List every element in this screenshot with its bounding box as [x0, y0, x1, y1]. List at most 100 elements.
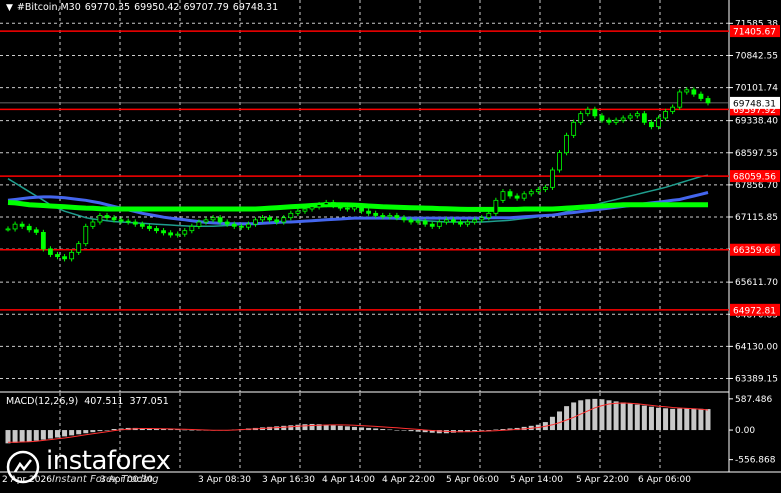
- candle-body: [514, 195, 520, 199]
- macd-histogram-bar: [83, 430, 89, 434]
- logo-tagline: Instant Forex Trading: [52, 474, 159, 485]
- macd-histogram-bar: [288, 425, 294, 431]
- candle-body: [238, 225, 244, 228]
- time-label: 5 Apr 22:00: [576, 475, 629, 485]
- candle-body: [48, 248, 53, 255]
- candle-body: [656, 117, 661, 128]
- candle-body: [118, 219, 124, 222]
- macd-tick-label: 0.00: [735, 426, 755, 436]
- macd-histogram-bar: [656, 407, 662, 431]
- macd-histogram-bar: [40, 430, 46, 440]
- candle-body: [408, 219, 414, 223]
- candle-body: [55, 254, 60, 258]
- candle-body: [260, 217, 265, 221]
- candle-body: [429, 223, 435, 227]
- level-label: 64972.81: [733, 306, 776, 316]
- candle-body: [26, 225, 32, 231]
- macd-histogram-bar: [76, 430, 82, 435]
- macd-histogram-bar: [189, 430, 195, 431]
- macd-histogram-bar: [182, 429, 188, 431]
- instaforex-logo: instaforex Instant Forex Trading: [6, 446, 181, 488]
- macd-histogram-bar: [309, 423, 315, 431]
- price-tick-label: 70101.74: [735, 84, 778, 94]
- low-value: 69707.79: [183, 2, 229, 13]
- macd-histogram-bar: [684, 408, 690, 431]
- time-label: 4 Apr 14:00: [322, 475, 375, 485]
- macd-histogram-bar: [330, 425, 336, 431]
- time-label: 4 Apr 22:00: [382, 475, 435, 485]
- macd-histogram-bar: [557, 411, 563, 431]
- macd-histogram-bar: [663, 408, 669, 431]
- candle-body: [33, 229, 39, 233]
- candle-body: [649, 121, 654, 128]
- candle-body: [564, 134, 569, 154]
- candle-body: [316, 204, 322, 208]
- macd-histogram-bar: [104, 430, 110, 431]
- macd-histogram-bar: [387, 429, 393, 431]
- candle-body: [627, 115, 633, 119]
- macd-histogram-bar: [549, 416, 555, 431]
- price-tick-label: 64130.00: [735, 342, 778, 352]
- candle-body: [436, 221, 442, 227]
- candle-body: [451, 219, 456, 223]
- candle-body: [253, 219, 258, 225]
- candle-body: [578, 113, 584, 123]
- macd-histogram-bar: [90, 430, 96, 433]
- triangle-down-icon[interactable]: ▼: [6, 3, 13, 13]
- candle-body: [670, 106, 676, 112]
- time-label: 5 Apr 06:00: [446, 475, 499, 485]
- macd-histogram-bar: [97, 430, 103, 432]
- candle-body: [168, 232, 174, 236]
- candle-body: [125, 220, 131, 223]
- candle-body: [585, 108, 591, 115]
- candle-body: [422, 220, 428, 225]
- candle-body: [344, 207, 350, 210]
- price-chart[interactable]: 71585.3870842.5570101.7469338.4068597.55…: [0, 0, 781, 489]
- macd-histogram-bar: [302, 424, 308, 431]
- macd-histogram-bar: [26, 430, 32, 442]
- candle-body: [415, 220, 421, 223]
- candle-body: [196, 221, 202, 227]
- candle-body: [288, 212, 294, 219]
- macd-histogram-bar: [62, 430, 68, 437]
- macd-histogram-bar: [366, 427, 372, 431]
- candle-body: [401, 217, 407, 221]
- candle-body: [189, 225, 195, 232]
- candle-body: [535, 189, 541, 193]
- macd-tick-label: -556.868: [735, 456, 776, 466]
- candle-body: [104, 215, 110, 219]
- macd-histogram-bar: [493, 429, 499, 431]
- macd-value-1: 407.511: [84, 396, 124, 407]
- macd-histogram-bar: [337, 425, 343, 431]
- candle-body: [161, 230, 166, 234]
- candle-body: [592, 108, 598, 117]
- macd-histogram-bar: [627, 403, 633, 431]
- candle-body: [641, 113, 647, 123]
- candle-body: [493, 199, 499, 214]
- candle-body: [224, 221, 230, 225]
- macd-histogram-bar: [295, 424, 301, 431]
- macd-histogram-bar: [670, 408, 676, 431]
- candle-body: [571, 121, 577, 136]
- candle-body: [557, 152, 562, 171]
- macd-header: MACD(12,26,9) 407.511 377.051: [6, 396, 172, 407]
- price-tick-label: 67115.85: [735, 213, 778, 223]
- price-tick-label: 70842.55: [735, 51, 778, 61]
- candle-body: [359, 206, 364, 212]
- candle-body: [387, 215, 393, 218]
- price-tick-label: 69338.40: [735, 117, 778, 127]
- chart-area[interactable]: 71585.38 70842.55 70101.74 69338.40 68597.55…: [0, 0, 781, 489]
- open-value: 69770.35: [84, 2, 131, 13]
- candle-body: [620, 117, 626, 121]
- candle-body: [309, 206, 315, 210]
- candle-body: [323, 202, 329, 206]
- macd-histogram-bar: [599, 399, 605, 431]
- candle-body: [246, 223, 251, 228]
- price-tick-label: 63389.15: [735, 374, 778, 384]
- candle-body: [302, 208, 308, 212]
- time-label: 3 Apr 16:30: [262, 475, 315, 485]
- candle-body: [132, 221, 138, 225]
- level-label: 71405.67: [733, 28, 776, 38]
- macd-histogram-bar: [373, 428, 379, 431]
- candle-body: [634, 113, 640, 117]
